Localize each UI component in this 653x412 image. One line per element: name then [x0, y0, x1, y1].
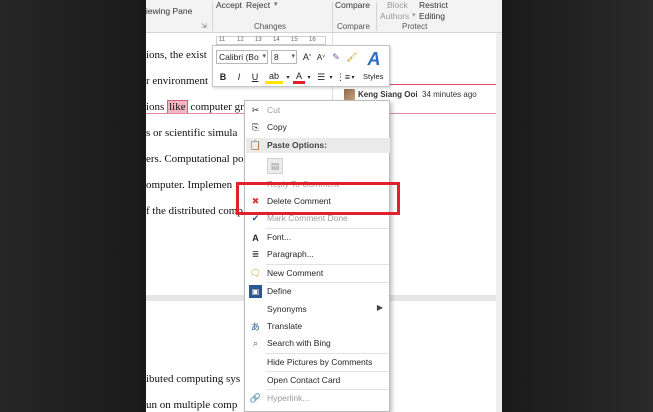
avatar	[344, 89, 355, 100]
doc-line-2: r environment	[146, 75, 209, 87]
search-icon: ⌕	[252, 338, 259, 348]
doc-line-8: ibuted computing sys	[146, 373, 241, 385]
accept-button[interactable]: Accept	[216, 0, 242, 10]
menu-item-font[interactable]: A Font...	[245, 229, 389, 246]
new-comment-icon: 🗨	[249, 268, 262, 278]
right-background	[502, 0, 653, 412]
compare-button[interactable]: Compare	[335, 0, 370, 10]
context-menu: ✂ Cut ⎘ Copy 📋 Paste Options: ▤ Reply To Co…	[244, 100, 390, 412]
reviewing-pane-button[interactable]: iewing Pane	[146, 6, 192, 16]
font-icon: A	[252, 232, 259, 243]
group-compare-label: Compare	[337, 22, 370, 31]
clipboard-icon: 📋	[249, 140, 262, 150]
chevron-down-icon: ▾	[262, 53, 266, 60]
mini-toolbar: Calibri (Bo ▾ 8 ▾ A ^ A ˅ ✎ 🖌 A Styles B I U…	[212, 45, 390, 87]
group-protect-label: Protect	[402, 22, 428, 31]
underline-button[interactable]: U	[249, 70, 261, 84]
ruler-tick: 13	[255, 37, 262, 43]
menu-item-paragraph[interactable]: ≣ Paragraph...	[245, 246, 389, 263]
paste-icon: ▤	[267, 158, 283, 174]
doc-line-4: s or scientific simula	[146, 127, 238, 139]
chevron-down-icon[interactable]: ▾	[285, 70, 291, 84]
chevron-down-icon[interactable]: ▾	[328, 70, 334, 84]
commented-word[interactable]: like	[167, 100, 188, 114]
restrict-editing-label: Editing	[419, 11, 445, 21]
menu-item-hyperlink[interactable]: 🔗 Hyperlink...	[245, 390, 389, 407]
paste-keep-text-option[interactable]: ▤	[245, 155, 389, 177]
font-color-icon[interactable]: A	[293, 70, 305, 84]
block-authors-button[interactable]: Block	[387, 0, 408, 10]
shrink-font-icon[interactable]: A ˅	[315, 50, 327, 64]
copy-icon: ⎘	[251, 122, 260, 132]
font-size-combo[interactable]: 8 ▾	[271, 50, 297, 64]
menu-item-synonyms[interactable]: Synonyms ▶	[245, 301, 389, 318]
menu-item-paste-options: 📋 Paste Options:	[249, 140, 327, 150]
doc-line-7: f the distributed comp	[146, 205, 243, 217]
bold-button[interactable]: B	[217, 70, 229, 84]
chevron-down-icon: ▾	[291, 53, 295, 60]
italic-button[interactable]: I	[233, 70, 245, 84]
chevron-down-icon[interactable]: ▾	[350, 70, 356, 84]
doc-line-3: ions like computer gra	[146, 100, 249, 114]
bullets-icon[interactable]: ☰	[315, 70, 327, 84]
comment-time: 34 minutes ago	[422, 90, 477, 99]
doc-line-1: ions, the exist	[146, 49, 207, 61]
translate-icon: あ	[250, 322, 260, 332]
chevron-down-icon[interactable]: ▾	[306, 70, 312, 84]
menu-item-define[interactable]: ▣ Define	[245, 283, 389, 300]
menu-item-hide-pictures[interactable]: Hide Pictures by Comments	[245, 354, 389, 371]
paragraph-icon: ≣	[251, 249, 260, 259]
doc-line-6: omputer. Implemen	[146, 179, 233, 191]
ruler-tick: 16	[309, 37, 316, 43]
comment-header[interactable]: Keng Siang Ooi 34 minutes ago	[358, 90, 477, 99]
hyperlink-icon: 🔗	[249, 393, 262, 403]
styles-icon[interactable]: A	[363, 48, 385, 70]
dialog-launcher-icon[interactable]: ⇲	[201, 22, 207, 30]
block-authors-label: Authors	[380, 11, 410, 21]
ruler-tick: 14	[273, 37, 280, 43]
reject-button[interactable]: Reject	[246, 0, 270, 10]
horizontal-ruler[interactable]: 11 12 13 14 15 16	[216, 36, 326, 45]
ruler-tick: 11	[219, 37, 226, 43]
numbering-icon[interactable]: ⋮≡	[336, 70, 350, 84]
doc-line-5: ers. Computational po	[146, 153, 244, 165]
font-name-combo[interactable]: Calibri (Bo ▾	[216, 50, 268, 64]
highlight-box	[236, 182, 400, 215]
group-changes-label: Changes	[254, 22, 287, 31]
menu-item-copy[interactable]: ⎘ Copy	[245, 119, 389, 136]
review-ribbon: iewing Pane ⇲ Accept Reject ▾ Changes Co…	[146, 0, 502, 33]
define-icon: ▣	[249, 285, 262, 298]
vertical-scrollbar[interactable]	[496, 33, 502, 412]
doc-line-9: un on multiple comp	[146, 399, 238, 411]
block-dropdown-icon[interactable]: ▾	[412, 11, 416, 19]
styles-label: Styles	[363, 72, 384, 81]
menu-item-new-comment[interactable]: 🗨 New Comment	[245, 265, 389, 282]
clear-format-icon[interactable]: ✎	[329, 50, 343, 64]
format-painter-icon[interactable]: 🖌	[345, 50, 359, 64]
reject-dropdown-icon[interactable]: ▾	[274, 0, 278, 8]
menu-item-search-bing[interactable]: ⌕ Search with Bing	[245, 335, 389, 352]
menu-item-translate[interactable]: あ Translate	[245, 318, 389, 335]
menu-item-cut[interactable]: ✂ Cut	[245, 102, 389, 119]
chevron-right-icon: ▶	[376, 303, 383, 312]
menu-item-open-contact[interactable]: Open Contact Card	[245, 372, 389, 389]
highlight-color-icon[interactable]: ab	[265, 70, 283, 84]
grow-font-icon[interactable]: A ^	[301, 50, 313, 64]
ruler-tick: 12	[237, 37, 244, 43]
left-background	[0, 0, 146, 412]
ruler-tick: 15	[291, 37, 298, 43]
scissors-icon: ✂	[251, 105, 260, 115]
comment-author: Keng Siang Ooi	[358, 90, 418, 99]
restrict-editing-button[interactable]: Restrict	[419, 0, 448, 10]
